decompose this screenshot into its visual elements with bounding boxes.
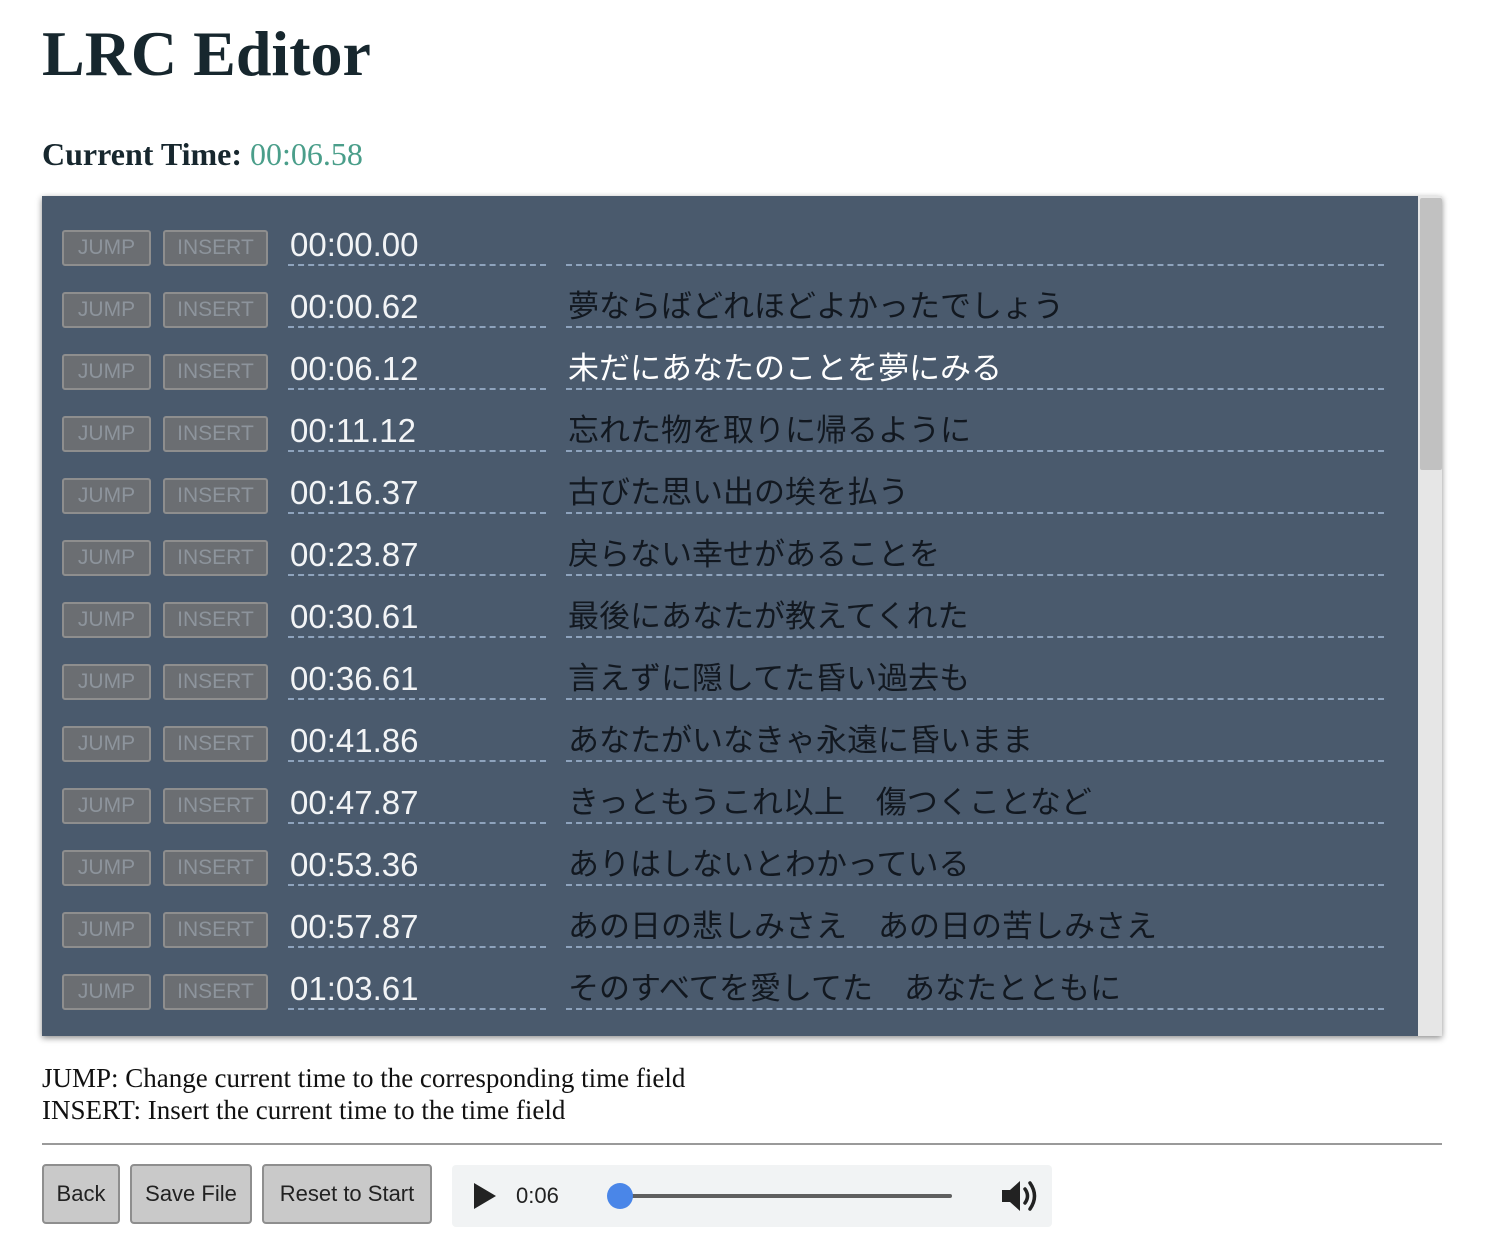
- current-time-label: Current Time:: [42, 136, 242, 172]
- current-time-value: 00:06.58: [249, 136, 363, 172]
- lyric-row: JUMP INSERT 00:00.00: [42, 196, 1418, 266]
- player-time: 0:06: [516, 1183, 559, 1208]
- lyric-row: JUMP INSERT 00:16.37 古びた思い出の埃を払う: [42, 444, 1418, 514]
- lyric-row: JUMP INSERT 00:00.62 夢ならばどれほどよかったでしょう: [42, 258, 1418, 328]
- divider: [42, 1143, 1442, 1145]
- seek-bar[interactable]: [607, 1183, 952, 1209]
- lyric-row: JUMP INSERT 00:57.87 あの日の悲しみさえ あの日の苦しみさえ: [42, 878, 1418, 948]
- volume-icon[interactable]: [1000, 1177, 1040, 1215]
- lyric-row: JUMP INSERT 00:36.61 言えずに隠してた昏い過去も: [42, 630, 1418, 700]
- lyric-row: JUMP INSERT 00:41.86 あなたがいなきゃ永遠に昏いまま: [42, 692, 1418, 762]
- lyrics-editor[interactable]: JUMP INSERT 00:00.00 JUMP INSERT 00:00.62 夢ならば…: [42, 196, 1442, 1036]
- insert-button[interactable]: INSERT: [163, 974, 268, 1010]
- seek-bar-thumb[interactable]: [607, 1183, 633, 1209]
- reset-to-start-button[interactable]: Reset to Start: [262, 1164, 432, 1224]
- current-time-display: Current Time: 00:06.58: [42, 134, 363, 174]
- lyric-row: JUMP INSERT 00:06.12 未だにあなたのことを夢にみる: [42, 320, 1418, 390]
- back-button[interactable]: Back: [42, 1164, 120, 1224]
- lyric-row: JUMP INSERT 00:23.87 戻らない幸せがあることを: [42, 506, 1418, 576]
- help-jump: JUMP: Change current time to the corresp…: [42, 1063, 686, 1093]
- time-field[interactable]: 01:03.61: [288, 968, 546, 1010]
- lyric-row: JUMP INSERT 00:30.61 最後にあなたが教えてくれた: [42, 568, 1418, 638]
- page-title: LRC Editor: [42, 18, 371, 89]
- play-icon[interactable]: [474, 1183, 496, 1209]
- scrollbar-thumb[interactable]: [1420, 198, 1442, 470]
- save-file-button[interactable]: Save File: [130, 1164, 252, 1224]
- scrollbar[interactable]: [1418, 196, 1442, 1036]
- lyric-field[interactable]: そのすべてを愛してた あなたとともに: [566, 968, 1384, 1010]
- help-insert: INSERT: Insert the current time to the t…: [42, 1095, 566, 1125]
- lyric-row: JUMP INSERT 00:53.36 ありはしないとわかっている: [42, 816, 1418, 886]
- lyric-row: JUMP INSERT 01:03.61 そのすべてを愛してた あなたとともに: [42, 940, 1418, 1010]
- page: LRC Editor Current Time: 00:06.58 JUMP IN…: [0, 0, 1486, 1260]
- help-text: JUMP: Change current time to the corresp…: [42, 1062, 685, 1126]
- audio-player: 0:06: [452, 1165, 1052, 1227]
- lyric-row: JUMP INSERT 00:11.12 忘れた物を取りに帰るように: [42, 382, 1418, 452]
- jump-button[interactable]: JUMP: [62, 974, 151, 1010]
- lyric-row: JUMP INSERT 00:47.87 きっともうこれ以上 傷つくことなど: [42, 754, 1418, 824]
